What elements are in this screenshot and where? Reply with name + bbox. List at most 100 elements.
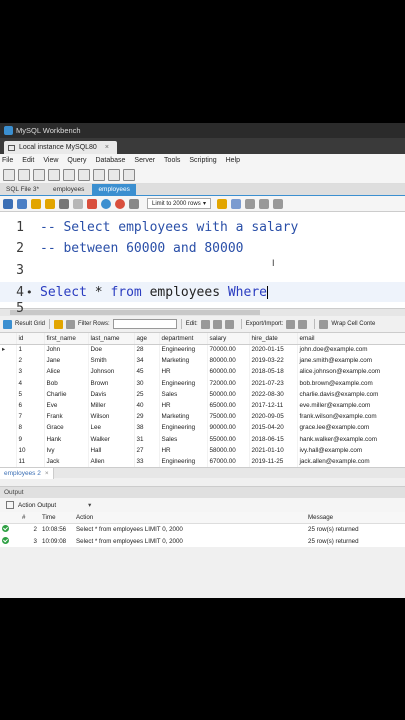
menu-view[interactable]: View (43, 157, 58, 164)
stop-icon[interactable] (73, 198, 83, 209)
cell-age[interactable]: 30 (134, 377, 160, 389)
table-row[interactable]: 5 Charlie Davis 25 Sales 50000.00 2022-08-30 ch… (0, 388, 405, 400)
open-sql-icon[interactable] (18, 168, 30, 181)
cell-row-marker[interactable]: ▸ (0, 344, 17, 356)
rollback-icon[interactable] (115, 198, 125, 209)
instance-tab[interactable]: Local instance MySQL80 × (4, 141, 117, 154)
tab-employees-active[interactable]: employees (92, 184, 136, 195)
cell-first-name[interactable]: Ivy (44, 444, 89, 456)
column-header[interactable] (0, 333, 17, 345)
cell-last-name[interactable]: Hall (88, 444, 135, 456)
cell-salary[interactable]: 58000.00 (207, 444, 250, 456)
cell-id[interactable]: 5 (16, 388, 45, 400)
table-row[interactable]: 6 Eve Miller 40 HR 65000.00 2017-12-11 eve.mill… (0, 399, 405, 412)
cell-hire-date[interactable]: 2022-08-30 (249, 388, 298, 400)
cell-department[interactable]: Sales (159, 433, 208, 445)
cell-salary[interactable]: 67000.00 (207, 455, 250, 468)
limit-rows-select[interactable]: Limit to 2000 rows ▾ (147, 198, 211, 209)
cell-id[interactable]: 8 (16, 422, 45, 434)
column-header-salary[interactable]: salary (207, 333, 250, 345)
cell-department[interactable]: HR (159, 444, 208, 456)
beautify-icon[interactable] (231, 198, 241, 209)
cell-row-marker[interactable] (0, 433, 17, 445)
table-data-search-icon[interactable] (108, 168, 120, 181)
cell-id[interactable]: 2 (16, 355, 45, 367)
delete-row-icon[interactable] (224, 319, 234, 329)
save-icon[interactable] (17, 198, 27, 209)
cell-email[interactable]: jane.smith@example.com (297, 355, 405, 367)
cell-hire-date[interactable]: 2019-03-22 (249, 355, 298, 367)
wrap-cell-icon[interactable] (319, 319, 329, 329)
execute-current-icon[interactable] (45, 198, 55, 209)
cell-department[interactable]: Marketing (159, 411, 208, 423)
cell-age[interactable]: 34 (134, 355, 160, 367)
table-row[interactable]: 8 Grace Lee 38 Engineering 90000.00 2015-04-20… (0, 422, 405, 434)
cell-salary[interactable]: 80000.00 (207, 355, 250, 367)
cell-last-name[interactable]: Lee (88, 422, 135, 434)
schema-icon[interactable] (33, 168, 45, 181)
menu-query[interactable]: Query (67, 157, 86, 164)
cell-department[interactable]: HR (159, 399, 208, 412)
output-row[interactable]: 2 10:08:56 Select * from employees LIMIT… (0, 523, 405, 535)
cell-first-name[interactable]: Jane (44, 355, 89, 367)
cell-id[interactable]: 7 (16, 411, 45, 423)
cell-row-marker[interactable] (0, 366, 17, 378)
execute-icon[interactable] (31, 198, 41, 209)
view-icon[interactable] (63, 168, 75, 181)
wrap-lines-icon[interactable] (273, 198, 283, 209)
cell-id[interactable]: 4 (16, 377, 45, 389)
cell-last-name[interactable]: Brown (88, 377, 135, 389)
cell-email[interactable]: frank.wilson@example.com (297, 411, 405, 423)
cell-id[interactable]: 6 (16, 399, 45, 412)
cell-last-name[interactable]: Allen (88, 455, 135, 468)
chevron-down-icon[interactable]: ▾ (88, 502, 91, 509)
menu-scripting[interactable]: Scripting (189, 157, 216, 164)
cell-id[interactable]: 9 (16, 433, 45, 445)
cell-salary[interactable]: 55000.00 (207, 433, 250, 445)
table-row[interactable]: 7 Frank Wilson 29 Marketing 75000.00 2020-09-0… (0, 411, 405, 423)
cell-salary[interactable]: 70000.00 (207, 344, 250, 356)
cell-department[interactable]: HR (159, 366, 208, 378)
cell-first-name[interactable]: Eve (44, 399, 89, 412)
cell-age[interactable]: 40 (134, 399, 160, 412)
cell-email[interactable]: bob.brown@example.com (297, 377, 405, 389)
cell-hire-date[interactable]: 2021-01-10 (249, 444, 298, 456)
cell-hire-date[interactable]: 2017-12-11 (249, 399, 298, 412)
cell-salary[interactable]: 75000.00 (207, 411, 250, 423)
cell-row-marker[interactable] (0, 411, 17, 423)
cell-last-name[interactable]: Davis (88, 388, 135, 400)
sql-editor[interactable]: 1 -- Select employees with a salary 2 --… (0, 212, 405, 316)
cell-salary[interactable]: 72000.00 (207, 377, 250, 389)
table-row[interactable]: 10 Ivy Hall 27 HR 58000.00 2021-01-10 ivy.hall@… (0, 444, 405, 456)
cell-salary[interactable]: 90000.00 (207, 422, 250, 434)
cell-email[interactable]: grace.lee@example.com (297, 422, 405, 434)
cell-age[interactable]: 38 (134, 422, 160, 434)
cell-row-marker[interactable] (0, 355, 17, 367)
cell-department[interactable]: Engineering (159, 344, 208, 356)
cell-email[interactable]: john.doe@example.com (297, 344, 405, 356)
explain-icon[interactable] (59, 198, 69, 209)
table-row[interactable]: 9 Hank Walker 31 Sales 55000.00 2018-06-15 hank… (0, 433, 405, 445)
cell-age[interactable]: 31 (134, 433, 160, 445)
cell-email[interactable]: charlie.davis@example.com (297, 388, 405, 400)
cell-first-name[interactable]: Bob (44, 377, 89, 389)
output-row[interactable]: 3 10:09:08 Select * from employees LIMIT… (0, 535, 405, 547)
cell-department[interactable]: Engineering (159, 377, 208, 389)
cell-last-name[interactable]: Wilson (88, 411, 135, 423)
cell-salary[interactable]: 60000.00 (207, 366, 250, 378)
close-icon[interactable]: × (45, 470, 49, 477)
cell-email[interactable]: alice.johnson@example.com (297, 366, 405, 378)
table-icon[interactable] (48, 168, 60, 181)
invisible-chars-icon[interactable] (259, 198, 269, 209)
column-header-email[interactable]: email (297, 333, 405, 345)
import-icon[interactable] (298, 319, 308, 329)
cell-department[interactable]: Engineering (159, 422, 208, 434)
table-row[interactable]: 11 Jack Allen 33 Engineering 67000.00 2019-11-… (0, 455, 405, 468)
cell-first-name[interactable]: Frank (44, 411, 89, 423)
filter-rows-input[interactable] (112, 319, 177, 329)
cell-email[interactable]: jack.allen@example.com (297, 455, 405, 468)
grid-layout-icon[interactable] (54, 319, 64, 329)
result-tab-employees-2[interactable]: employees 2 × (0, 467, 54, 479)
cell-hire-date[interactable]: 2020-01-15 (249, 344, 298, 356)
table-row[interactable]: 2 Jane Smith 34 Marketing 80000.00 2019-03-22 j… (0, 355, 405, 367)
